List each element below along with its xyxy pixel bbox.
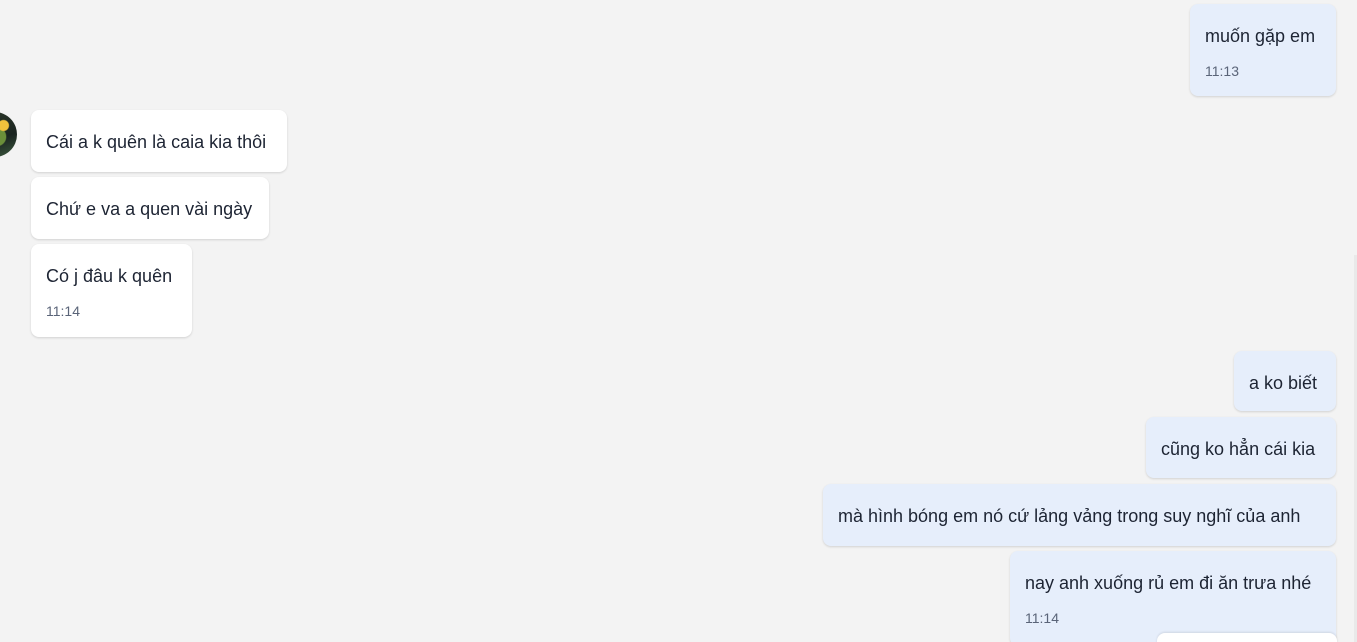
message-bubble-incoming[interactable]: Chứ e va a quen vài ngày [31, 177, 269, 239]
message-bubble-outgoing[interactable]: muốn gặp em 11:13 [1190, 4, 1336, 96]
message-text: mà hình bóng em nó cứ lảng vảng trong su… [838, 506, 1301, 526]
contact-avatar[interactable] [0, 112, 17, 157]
message-bubble-outgoing[interactable]: a ko biết [1234, 351, 1336, 411]
message-time: 11:14 [46, 303, 80, 319]
message-text: cũng ko hẳn cái kia [1161, 439, 1316, 459]
message-bubble-outgoing[interactable]: cũng ko hẳn cái kia [1146, 417, 1336, 478]
message-text: Chứ e va a quen vài ngày [46, 199, 253, 219]
chat-message-area[interactable]: muốn gặp em 11:13 Cái a k quên là caia k… [0, 0, 1357, 642]
message-time: 11:14 [1025, 610, 1059, 626]
message-bubble-outgoing[interactable]: mà hình bóng em nó cứ lảng vảng trong su… [823, 484, 1336, 546]
message-text: Cái a k quên là caia kia thôi [46, 132, 267, 152]
message-bubble-incoming[interactable]: Cái a k quên là caia kia thôi [31, 110, 287, 172]
message-text: Có j đâu k quên [46, 266, 173, 286]
message-bubble-outgoing[interactable]: nay anh xuống rủ em đi ăn trưa nhé 11:14 [1010, 551, 1336, 642]
message-text: muốn gặp em [1205, 26, 1316, 46]
message-text: nay anh xuống rủ em đi ăn trưa nhé [1025, 573, 1312, 593]
message-text: a ko biết [1249, 373, 1318, 393]
message-bubble-incoming[interactable]: Có j đâu k quên 11:14 [31, 244, 192, 337]
message-time: 11:13 [1205, 63, 1239, 79]
partial-overlay-panel [1157, 633, 1337, 642]
